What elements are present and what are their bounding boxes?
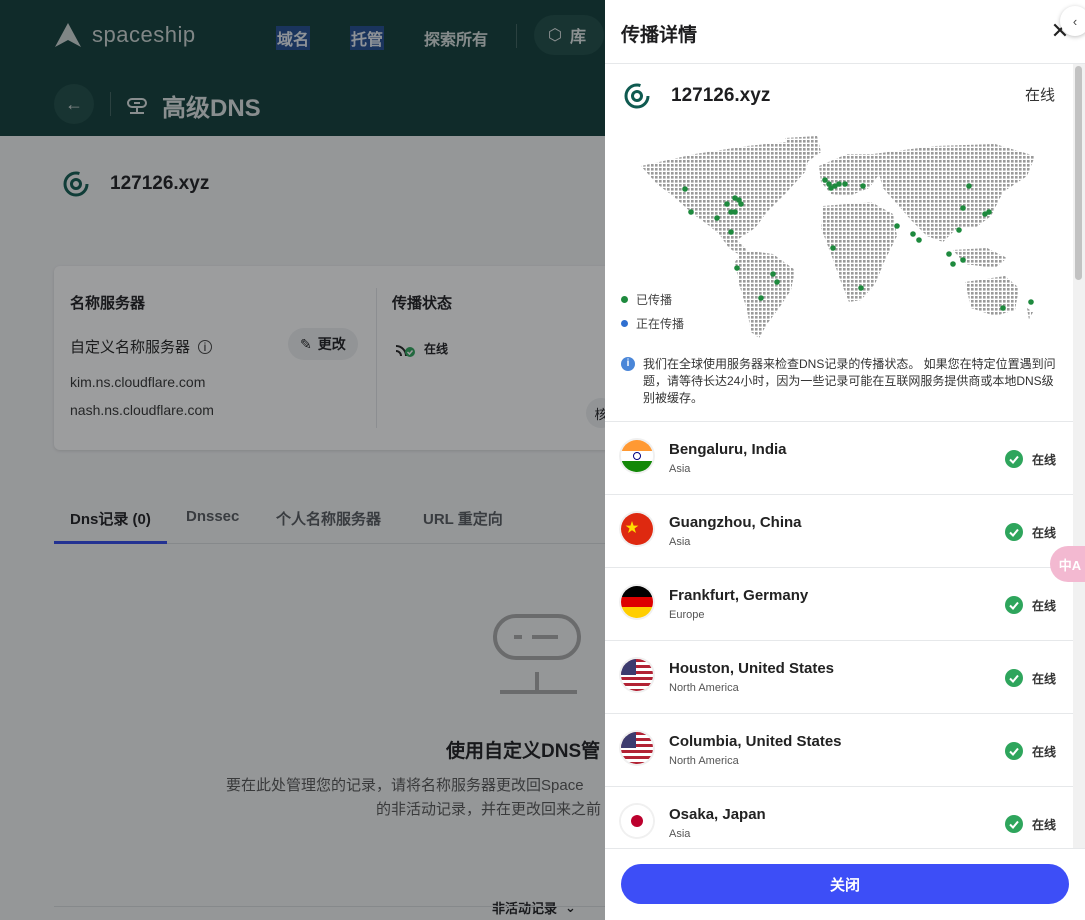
location-name: Osaka, Japan bbox=[669, 806, 766, 823]
drawer-title: 传播详情 bbox=[621, 25, 698, 46]
map-marker bbox=[822, 177, 828, 183]
location-region: Asia bbox=[669, 463, 691, 475]
location-status: 在线 bbox=[1032, 672, 1057, 686]
domain-target-icon bbox=[624, 83, 650, 109]
map-marker bbox=[966, 183, 972, 189]
location-status: 在线 bbox=[1032, 745, 1057, 759]
map-marker bbox=[956, 227, 962, 233]
chevron-left-icon: ‹ bbox=[1072, 13, 1078, 29]
drawer-domain-status: 在线 bbox=[1025, 87, 1056, 104]
india-flag-icon bbox=[621, 440, 653, 472]
map-marker bbox=[774, 279, 780, 285]
map-marker bbox=[960, 205, 966, 211]
location-region: Asia bbox=[669, 828, 691, 840]
location-status: 在线 bbox=[1032, 599, 1057, 613]
usa-flag-icon bbox=[621, 659, 653, 691]
location-region: North America bbox=[669, 682, 739, 694]
map-marker bbox=[714, 215, 720, 221]
check-circle-icon bbox=[1005, 596, 1023, 614]
list-item: Houston, United States North America 在线 bbox=[605, 640, 1073, 713]
check-circle-icon bbox=[1005, 742, 1023, 760]
drawer-body: 127126.xyz 在线 已传播 正在传播 i 我们在全球使用服务器来检查DN… bbox=[605, 64, 1073, 848]
map-marker bbox=[738, 201, 744, 207]
location-region: Europe bbox=[669, 609, 705, 621]
drawer-scrollbar-thumb[interactable] bbox=[1075, 66, 1082, 280]
map-marker bbox=[960, 257, 966, 263]
usa-flag-icon bbox=[621, 732, 653, 764]
map-marker bbox=[916, 237, 922, 243]
china-flag-icon bbox=[621, 513, 653, 545]
location-name: Frankfurt, Germany bbox=[669, 587, 809, 604]
map-marker bbox=[986, 209, 992, 215]
legend-propagating-label: 正在传播 bbox=[636, 317, 685, 331]
location-name: Columbia, United States bbox=[669, 733, 842, 750]
map-marker bbox=[732, 209, 738, 215]
list-item: Guangzhou, China Asia 在线 bbox=[605, 494, 1073, 567]
check-circle-icon bbox=[1005, 523, 1023, 541]
location-status: 在线 bbox=[1032, 526, 1057, 540]
map-marker bbox=[1028, 299, 1034, 305]
map-marker bbox=[860, 183, 866, 189]
germany-flag-icon bbox=[621, 586, 653, 618]
map-marker bbox=[688, 209, 694, 215]
check-circle-icon bbox=[1005, 815, 1023, 833]
map-marker bbox=[842, 181, 848, 187]
map-marker bbox=[732, 195, 738, 201]
map-marker bbox=[858, 285, 864, 291]
list-item: Frankfurt, Germany Europe 在线 bbox=[605, 567, 1073, 640]
location-list: Bengaluru, India Asia 在线 Guangzhou, Chin… bbox=[605, 421, 1073, 848]
propagation-info: i 我们在全球使用服务器来检查DNS记录的传播状态。 如果您在特定位置遇到问题，… bbox=[621, 356, 1061, 407]
map-marker bbox=[682, 186, 688, 192]
close-button[interactable]: 关闭 bbox=[621, 864, 1069, 904]
map-marker bbox=[910, 231, 916, 237]
location-region: North America bbox=[669, 755, 739, 767]
blue-dot-icon bbox=[621, 320, 628, 327]
location-status: 在线 bbox=[1032, 453, 1057, 467]
drawer-domain: 127126.xyz bbox=[623, 82, 770, 110]
location-name: Bengaluru, India bbox=[669, 441, 787, 458]
location-region: Asia bbox=[669, 536, 691, 548]
drawer-footer: 关闭 bbox=[605, 848, 1085, 920]
list-item: Columbia, United States North America 在线 bbox=[605, 713, 1073, 786]
list-item: Bengaluru, India Asia 在线 bbox=[605, 421, 1073, 494]
map-marker bbox=[724, 201, 730, 207]
check-circle-icon bbox=[1005, 450, 1023, 468]
propagation-drawer: 传播详情 ✕ 127126.xyz 在线 已传播 正在传播 i 我们在全球使用服… bbox=[605, 0, 1085, 920]
check-circle-icon bbox=[1005, 669, 1023, 687]
map-marker bbox=[734, 265, 740, 271]
world-map bbox=[641, 136, 1035, 338]
continents bbox=[641, 136, 1035, 338]
drawer-domain-name: 127126.xyz bbox=[671, 85, 771, 106]
translate-button[interactable]: 中A bbox=[1050, 546, 1085, 582]
drawer-header: 传播详情 ✕ bbox=[605, 0, 1085, 64]
map-marker bbox=[830, 245, 836, 251]
list-item: Osaka, Japan Asia 在线 bbox=[605, 786, 1073, 848]
collapse-drawer-button[interactable]: ‹ bbox=[1060, 6, 1085, 36]
japan-flag-icon bbox=[621, 805, 653, 837]
map-marker bbox=[1000, 305, 1006, 311]
location-name: Houston, United States bbox=[669, 660, 835, 677]
propagation-info-text: 我们在全球使用服务器来检查DNS记录的传播状态。 如果您在特定位置遇到问题，请等… bbox=[643, 357, 1056, 405]
legend-propagating: 正在传播 bbox=[621, 315, 684, 332]
map-marker bbox=[950, 261, 956, 267]
legend-propagated-label: 已传播 bbox=[636, 293, 673, 307]
map-marker bbox=[946, 251, 952, 257]
location-status: 在线 bbox=[1032, 818, 1057, 832]
location-name: Guangzhou, China bbox=[669, 514, 802, 531]
map-marker bbox=[836, 181, 842, 187]
legend-propagated: 已传播 bbox=[621, 291, 672, 308]
map-marker bbox=[894, 223, 900, 229]
map-marker bbox=[728, 229, 734, 235]
info-icon: i bbox=[621, 357, 635, 371]
map-marker bbox=[770, 271, 776, 277]
map-marker bbox=[758, 295, 764, 301]
green-dot-icon bbox=[621, 296, 628, 303]
